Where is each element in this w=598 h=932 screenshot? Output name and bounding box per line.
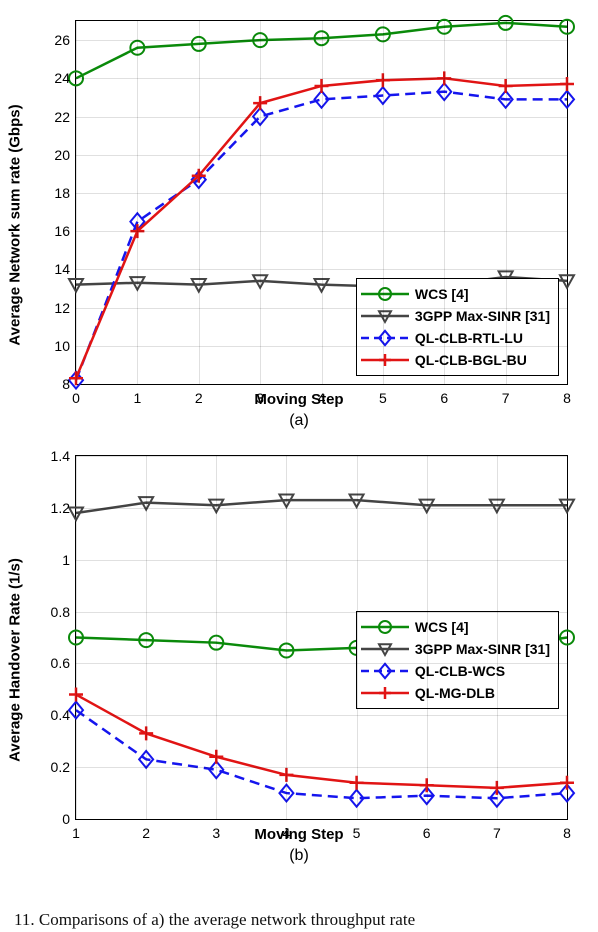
tick-y: 0.4	[51, 707, 70, 723]
tick-y: 20	[54, 147, 70, 163]
tick-x: 0	[72, 390, 80, 406]
legend-swatch	[361, 684, 409, 702]
tick-x: 2	[195, 390, 203, 406]
tick-x: 8	[563, 390, 571, 406]
tick-y: 14	[54, 261, 70, 277]
chart-a-xlabel: Moving Step	[254, 391, 343, 408]
caption-fragment: 11. Comparisons of a) the average networ…	[0, 910, 415, 930]
tick-x: 8	[563, 825, 571, 841]
legend-swatch	[361, 307, 409, 325]
chart-b-plot-area: WCS [4] 3GPP Max-SINR [31] QL-CLB-WCS QL-MG…	[75, 455, 568, 820]
chart-b-subcaption: (b)	[289, 847, 309, 865]
tick-x: 2	[142, 825, 150, 841]
legend-label: WCS [4]	[415, 619, 469, 635]
legend-row: WCS [4]	[361, 616, 550, 638]
tick-y: 0	[62, 811, 70, 827]
tick-y: 12	[54, 300, 70, 316]
tick-x: 5	[379, 390, 387, 406]
tick-y: 1.2	[51, 500, 70, 516]
tick-y: 18	[54, 185, 70, 201]
tick-x: 1	[133, 390, 141, 406]
legend-row: QL-CLB-BGL-BU	[361, 349, 550, 371]
tick-x: 6	[440, 390, 448, 406]
legend-label: QL-CLB-WCS	[415, 663, 505, 679]
tick-x: 7	[493, 825, 501, 841]
legend-swatch	[361, 640, 409, 658]
tick-y: 1	[62, 552, 70, 568]
legend-label: 3GPP Max-SINR [31]	[415, 641, 550, 657]
legend-swatch	[361, 351, 409, 369]
chart-b-xlabel: Moving Step	[254, 826, 343, 843]
legend-swatch	[361, 618, 409, 636]
tick-x: 7	[502, 390, 510, 406]
legend-label: 3GPP Max-SINR [31]	[415, 308, 550, 324]
legend-label: WCS [4]	[415, 286, 469, 302]
chart-b: Average Handover Rate (1/s) WCS [4]3GPP …	[20, 445, 578, 875]
tick-y: 10	[54, 338, 70, 354]
tick-y: 1.4	[51, 448, 70, 464]
chart-a-legend: WCS [4] 3GPP Max-SINR [31] QL-CLB-RTL-LU QL…	[356, 278, 559, 376]
tick-y: 0.8	[51, 604, 70, 620]
tick-y: 0.6	[51, 655, 70, 671]
chart-a: Average Network sum rate (Gbps) WCS [4]3…	[20, 10, 578, 440]
chart-a-plot-area: WCS [4] 3GPP Max-SINR [31] QL-CLB-RTL-LU QL…	[75, 20, 568, 385]
legend-swatch	[361, 329, 409, 347]
legend-swatch	[361, 285, 409, 303]
legend-row: QL-MG-DLB	[361, 682, 550, 704]
chart-b-legend: WCS [4] 3GPP Max-SINR [31] QL-CLB-WCS QL-MG…	[356, 611, 559, 709]
tick-y: 16	[54, 223, 70, 239]
tick-x: 3	[212, 825, 220, 841]
chart-a-ylabel: Average Network sum rate (Gbps)	[7, 104, 24, 345]
legend-label: QL-CLB-RTL-LU	[415, 330, 523, 346]
tick-y: 24	[54, 70, 70, 86]
tick-x: 5	[353, 825, 361, 841]
chart-a-subcaption: (a)	[289, 412, 309, 430]
legend-label: QL-CLB-BGL-BU	[415, 352, 527, 368]
tick-x: 6	[423, 825, 431, 841]
tick-y: 26	[54, 32, 70, 48]
tick-x: 1	[72, 825, 80, 841]
legend-swatch	[361, 662, 409, 680]
legend-row: 3GPP Max-SINR [31]	[361, 638, 550, 660]
tick-y: 0.2	[51, 759, 70, 775]
tick-y: 22	[54, 109, 70, 125]
chart-b-ylabel: Average Handover Rate (1/s)	[7, 558, 24, 762]
tick-y: 8	[62, 376, 70, 392]
legend-row: WCS [4]	[361, 283, 550, 305]
